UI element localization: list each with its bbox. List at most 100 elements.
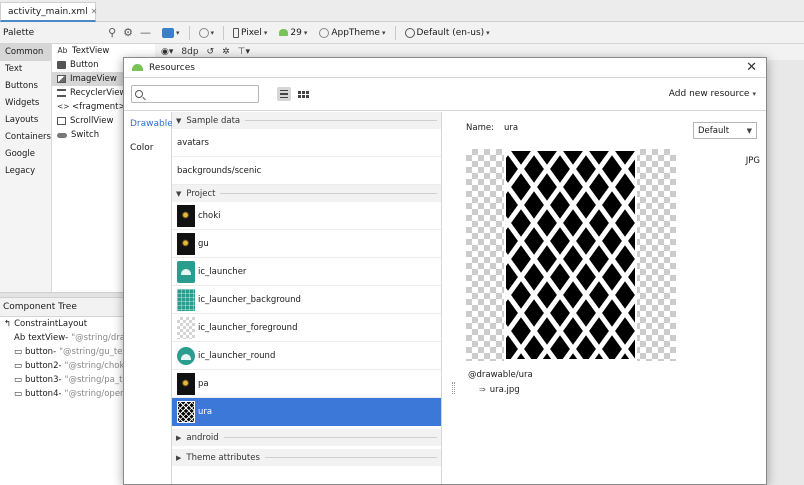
list-item[interactable]: backgrounds/scenic: [172, 157, 441, 185]
infer-constraints-icon[interactable]: ✲: [222, 47, 230, 57]
category-common[interactable]: Common: [0, 44, 51, 61]
tab-color[interactable]: Color: [124, 136, 171, 160]
button-icon: ▭: [14, 375, 23, 385]
format-label: JPG: [745, 156, 760, 166]
clear-constraints-icon[interactable]: ↺: [207, 47, 215, 57]
margin-value[interactable]: 8dp: [181, 47, 198, 57]
code-icon: <>: [57, 102, 70, 111]
search-input[interactable]: [149, 89, 249, 99]
category-text[interactable]: Text: [0, 61, 51, 78]
category-google[interactable]: Google: [0, 146, 51, 163]
file-tab-label: activity_main.xml: [8, 6, 88, 17]
category-layouts[interactable]: Layouts: [0, 112, 51, 129]
link-arrow-icon: ⇒: [479, 385, 486, 394]
theme-selector[interactable]: AppTheme ▾: [316, 27, 388, 38]
gear-icon[interactable]: ⚙: [123, 26, 133, 39]
resource-path: @drawable/ura: [468, 370, 533, 380]
resource-type-tabs: Drawable Color: [124, 112, 173, 484]
dialog-title: Resources: [149, 62, 195, 73]
minimize-icon[interactable]: —: [140, 26, 151, 39]
palette-header: Palette ⚲ ⚙ —: [0, 22, 155, 44]
dialog-toolbar: Add new resource ▾: [124, 79, 766, 111]
group-header-sample-data[interactable]: ▼ Sample data: [172, 112, 441, 129]
api-label: 29: [290, 27, 302, 38]
search-field[interactable]: [131, 85, 259, 103]
orientation-button[interactable]: ▾: [196, 27, 218, 38]
phone-icon: [233, 27, 240, 38]
list-item[interactable]: ic_launcher: [172, 258, 441, 286]
api-selector[interactable]: 29 ▾: [276, 28, 310, 38]
switch-icon: [57, 132, 67, 138]
locale-selector[interactable]: Default (en-us) ▾: [402, 27, 493, 38]
detail-splitter-handle[interactable]: [452, 382, 455, 394]
category-buttons[interactable]: Buttons: [0, 78, 51, 95]
editor-tab-bar: activity_main.xml ✕: [0, 0, 804, 22]
button-icon: ▭: [14, 347, 23, 357]
design-toolbar: ▾ ▾ Pixel ▾ 29 ▾ AppTheme ▾ Default (en-us)…: [155, 22, 804, 44]
resources-dialog: Resources ✕ Add new resource ▾ Drawable …: [123, 57, 767, 485]
search-icon: [135, 90, 143, 98]
list-item[interactable]: avatars: [172, 129, 441, 157]
category-legacy[interactable]: Legacy: [0, 163, 51, 180]
name-value: ura: [503, 123, 519, 133]
grid-view-toggle[interactable]: [296, 87, 310, 101]
dialog-body: Drawable Color ▼ Sample data avatars bac…: [124, 112, 766, 484]
close-tab-icon[interactable]: ✕: [91, 7, 98, 16]
image-preview: [466, 149, 676, 361]
resource-thumbnail: [177, 316, 195, 339]
button-icon: ▭: [14, 389, 23, 399]
group-header-android[interactable]: ▶ android: [172, 429, 441, 446]
scroll-icon: [57, 117, 66, 125]
list-icon: [57, 89, 66, 97]
resource-file-row[interactable]: ⇒ ura.jpg: [479, 385, 520, 395]
search-icon[interactable]: ⚲: [108, 26, 116, 39]
resource-thumbnail: [177, 232, 195, 255]
android-icon: [279, 29, 289, 36]
chevron-down-icon: ▼: [746, 126, 752, 135]
list-item[interactable]: choki: [172, 202, 441, 230]
group-header-project[interactable]: ▼ Project: [172, 185, 441, 202]
close-icon[interactable]: ✕: [746, 61, 757, 74]
list-item[interactable]: ic_launcher_background: [172, 286, 441, 314]
category-containers[interactable]: Containers: [0, 129, 51, 146]
palette-title: Palette: [3, 27, 35, 38]
resource-list: ▼ Sample data avatars backgrounds/scenic…: [172, 112, 442, 484]
group-header-theme-attributes[interactable]: ▶ Theme attributes: [172, 449, 441, 466]
chevron-down-icon: ▾: [752, 90, 756, 98]
list-view-toggle[interactable]: [277, 87, 291, 101]
name-label: Name:: [466, 123, 494, 133]
image-icon: [57, 75, 66, 83]
device-selector[interactable]: Pixel ▾: [230, 27, 270, 38]
lattice-image: [504, 149, 637, 361]
eye-icon[interactable]: ◉▾: [161, 47, 173, 57]
theme-icon: [319, 27, 330, 38]
guidelines-icon[interactable]: ⊤▾: [238, 47, 250, 57]
constraint-layout-icon: ↰: [4, 319, 12, 329]
list-item[interactable]: gu: [172, 230, 441, 258]
list-item[interactable]: pa: [172, 370, 441, 398]
resource-name-row: Name: ura: [466, 123, 518, 133]
palette-categories: Common Text Buttons Widgets Layouts Cont…: [0, 44, 52, 292]
list-item-selected[interactable]: ura: [172, 398, 441, 426]
list-item[interactable]: ic_launcher_round: [172, 342, 441, 370]
expand-triangle-icon: ▶: [176, 453, 182, 462]
resource-thumbnail: [177, 400, 195, 423]
tab-drawable[interactable]: Drawable: [124, 112, 173, 136]
resource-thumbnail: [177, 372, 195, 395]
design-surface-button[interactable]: ▾: [159, 27, 183, 38]
resource-thumbnail: [177, 204, 195, 227]
file-tab-activity-main[interactable]: activity_main.xml ✕: [0, 2, 98, 22]
resource-detail-panel: Name: ura Default ▼ JPG @drawable/ura ⇒ …: [454, 112, 766, 484]
widget-textview[interactable]: Ab TextView: [52, 44, 155, 58]
category-widgets[interactable]: Widgets: [0, 95, 51, 112]
collapse-triangle-icon: ▼: [176, 189, 182, 198]
launcher-icon: [177, 260, 195, 283]
add-new-resource-button[interactable]: Add new resource ▾: [669, 89, 756, 99]
density-select[interactable]: Default ▼: [693, 122, 757, 139]
list-item[interactable]: ic_launcher_foreground: [172, 314, 441, 342]
android-icon: [132, 64, 143, 71]
resource-file-name: ura.jpg: [489, 385, 520, 395]
theme-label: AppTheme: [331, 27, 380, 38]
button-icon: ▭: [14, 361, 23, 371]
button-icon: [57, 61, 66, 69]
